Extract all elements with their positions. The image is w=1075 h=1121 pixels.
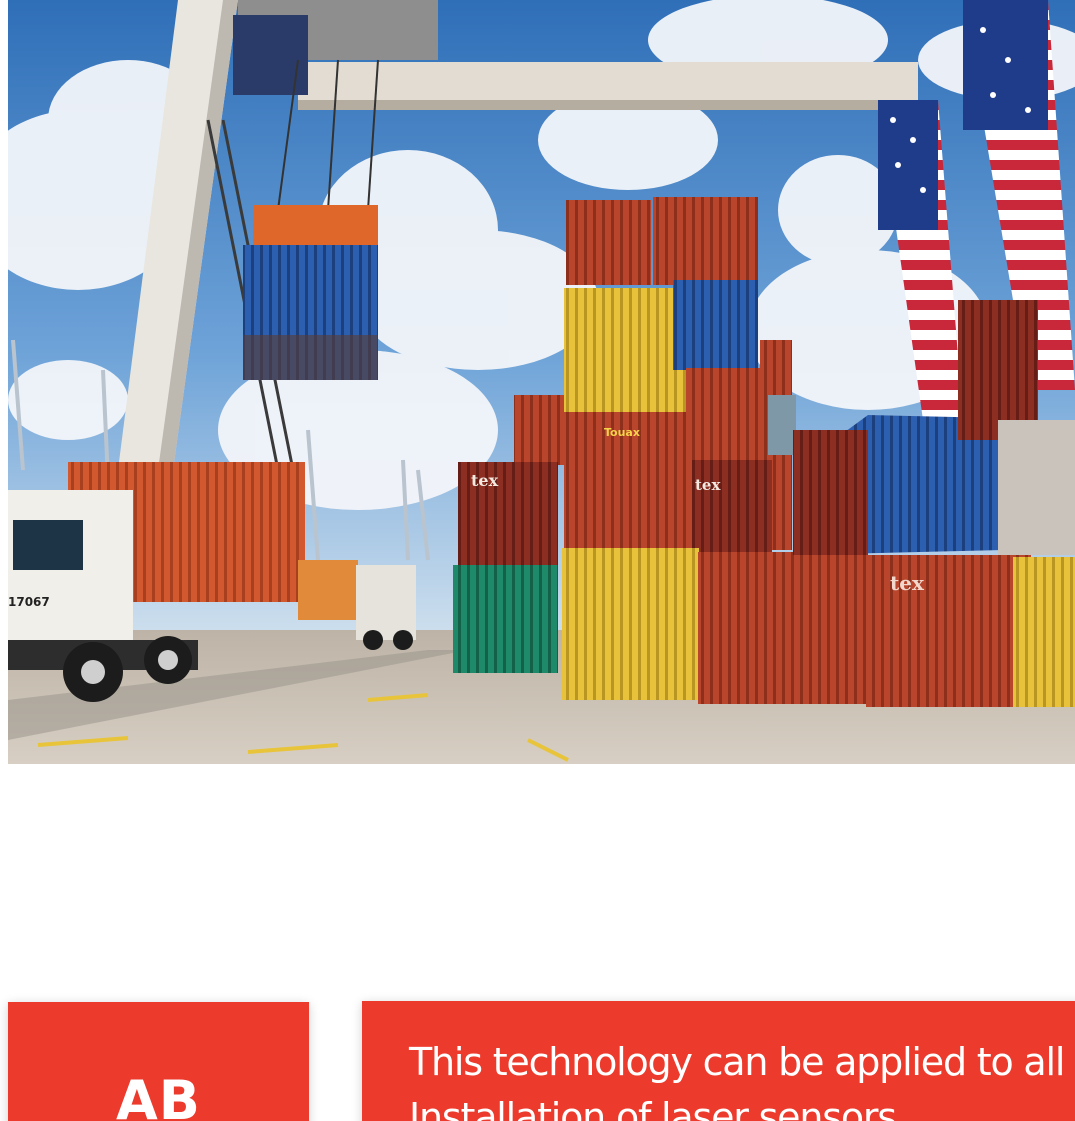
logo-card: AB: [8, 1002, 309, 1121]
description-card: This technology can be applied to all RT…: [362, 1001, 1075, 1121]
touax-label: Touax: [604, 426, 640, 439]
port-container-yard-photo: 17067 tex Touax tex tex: [8, 0, 1075, 764]
description-text: This technology can be applied to all RT…: [409, 1040, 1075, 1121]
hero-image: 17067 tex Touax tex tex: [8, 0, 1075, 764]
tex-label-mid: tex: [695, 476, 721, 494]
tex-label-right: tex: [890, 571, 925, 595]
truck-number-label: 17067: [8, 595, 50, 609]
tex-label-left: tex: [471, 471, 499, 490]
page: 17067 tex Touax tex tex AB This technolo…: [0, 0, 1075, 1121]
card-left-label: AB: [116, 1069, 201, 1121]
